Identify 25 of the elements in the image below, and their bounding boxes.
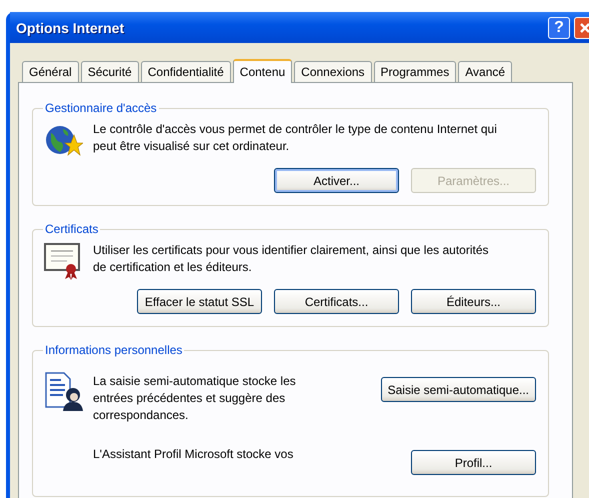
document-person-icon	[43, 371, 83, 411]
tab[interactable]: Programmes	[374, 61, 456, 82]
tab[interactable]: Connexions	[294, 61, 372, 82]
group-title: Informations personnelles	[44, 343, 184, 357]
close-icon	[579, 22, 589, 34]
description-text: La saisie semi-automatique stocke les entrées précédentes et suggère des correspondances.	[93, 373, 297, 424]
dialog-button[interactable]: Activer...	[274, 168, 399, 193]
description-text: Le contrôle d'accès vous permet de contrôler le type de contenu Internet qui peut être visualisé sur cet ordinateur.	[93, 121, 498, 155]
window-title: Options Internet	[16, 20, 126, 36]
dialog-button[interactable]: Certificats...	[274, 289, 399, 314]
tab[interactable]: Sécurité	[80, 61, 139, 82]
dialog-button[interactable]: Éditeurs...	[411, 289, 536, 314]
dialog-button[interactable]: Effacer le statut SSL	[137, 289, 262, 314]
dialog-button[interactable]: Profil...	[411, 450, 536, 475]
tab[interactable]: Général	[22, 61, 79, 82]
group-title: Gestionnaire d'accès	[44, 101, 158, 115]
tab[interactable]: Confidentialité	[140, 61, 231, 82]
tab[interactable]: Contenu	[232, 59, 292, 83]
group-title: Certificats	[44, 222, 100, 236]
tab[interactable]: Avancé	[458, 61, 512, 82]
help-button[interactable]: ?	[548, 16, 570, 38]
description-text: Utiliser les certificats pour vous identifier clairement, ainsi que les autorités de certification et les éditeurs.	[93, 242, 490, 276]
description-text: L'Assistant Profil Microsoft stocke vos	[93, 446, 294, 463]
dialog-button[interactable]: Saisie semi-automatique...	[380, 377, 536, 402]
certificate-icon	[43, 240, 83, 280]
